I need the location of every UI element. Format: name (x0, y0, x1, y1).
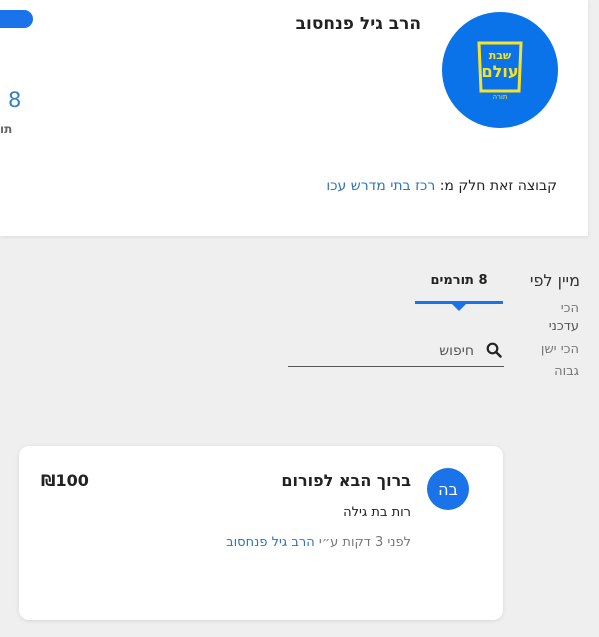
logo-text-top: שבת (489, 49, 512, 62)
sort-option-oldest[interactable]: הכי ישן (541, 342, 579, 357)
donors-count-label: תו (0, 122, 13, 136)
group-membership: קבוצה זאת חלק מ: רכז בתי מדרש עכו (326, 178, 557, 194)
donor-avatar: בה (427, 468, 469, 510)
donor-name: רות בת גילה (343, 505, 411, 520)
organization-name: הרב גיל פנחסוב (295, 14, 421, 34)
parent-group-link[interactable]: רכז בתי מדרש עכו (326, 178, 435, 194)
sort-option-newest-2[interactable]: עדכני (549, 319, 579, 334)
donation-meta: לפני 3 דקות ע״י הרב גיל פנחסוב (226, 535, 411, 550)
tab-caret-icon (452, 304, 466, 311)
search-icon[interactable] (486, 342, 502, 358)
logo-emblem-icon: שבת עולם תורה (477, 41, 523, 101)
group-prefix: קבוצה זאת חלק מ: (439, 178, 557, 194)
sort-option-highest[interactable]: גבוה (554, 364, 579, 379)
donors-count: 8 (8, 88, 22, 112)
sort-option-newest[interactable]: הכי (561, 301, 579, 316)
campaign-header-card: 8 תו שבת עולם תורה הרב גיל פנחסוב קבוצה … (0, 0, 588, 236)
tab-donors[interactable]: 8 תורמים (415, 266, 503, 311)
sort-title: מיין לפי (529, 271, 580, 290)
logo-text-bottom: תורה (492, 93, 507, 101)
donation-time: לפני 3 דקות ע״י (318, 535, 411, 550)
fundraiser-link[interactable]: הרב גיל פנחסוב (226, 535, 315, 550)
donation-card[interactable]: בה ברוך הבא לפורום ₪100 רות בת גילה לפני… (19, 446, 503, 620)
logo-text-main: עולם (482, 62, 519, 81)
search-bar (288, 336, 504, 367)
organization-logo: שבת עולם תורה (442, 12, 558, 128)
search-input[interactable] (292, 338, 476, 364)
donate-button[interactable] (0, 10, 33, 28)
donation-message: ברוך הבא לפורום (281, 471, 411, 490)
tab-donors-label: 8 תורמים (430, 273, 488, 288)
donation-amount: ₪100 (41, 471, 89, 490)
